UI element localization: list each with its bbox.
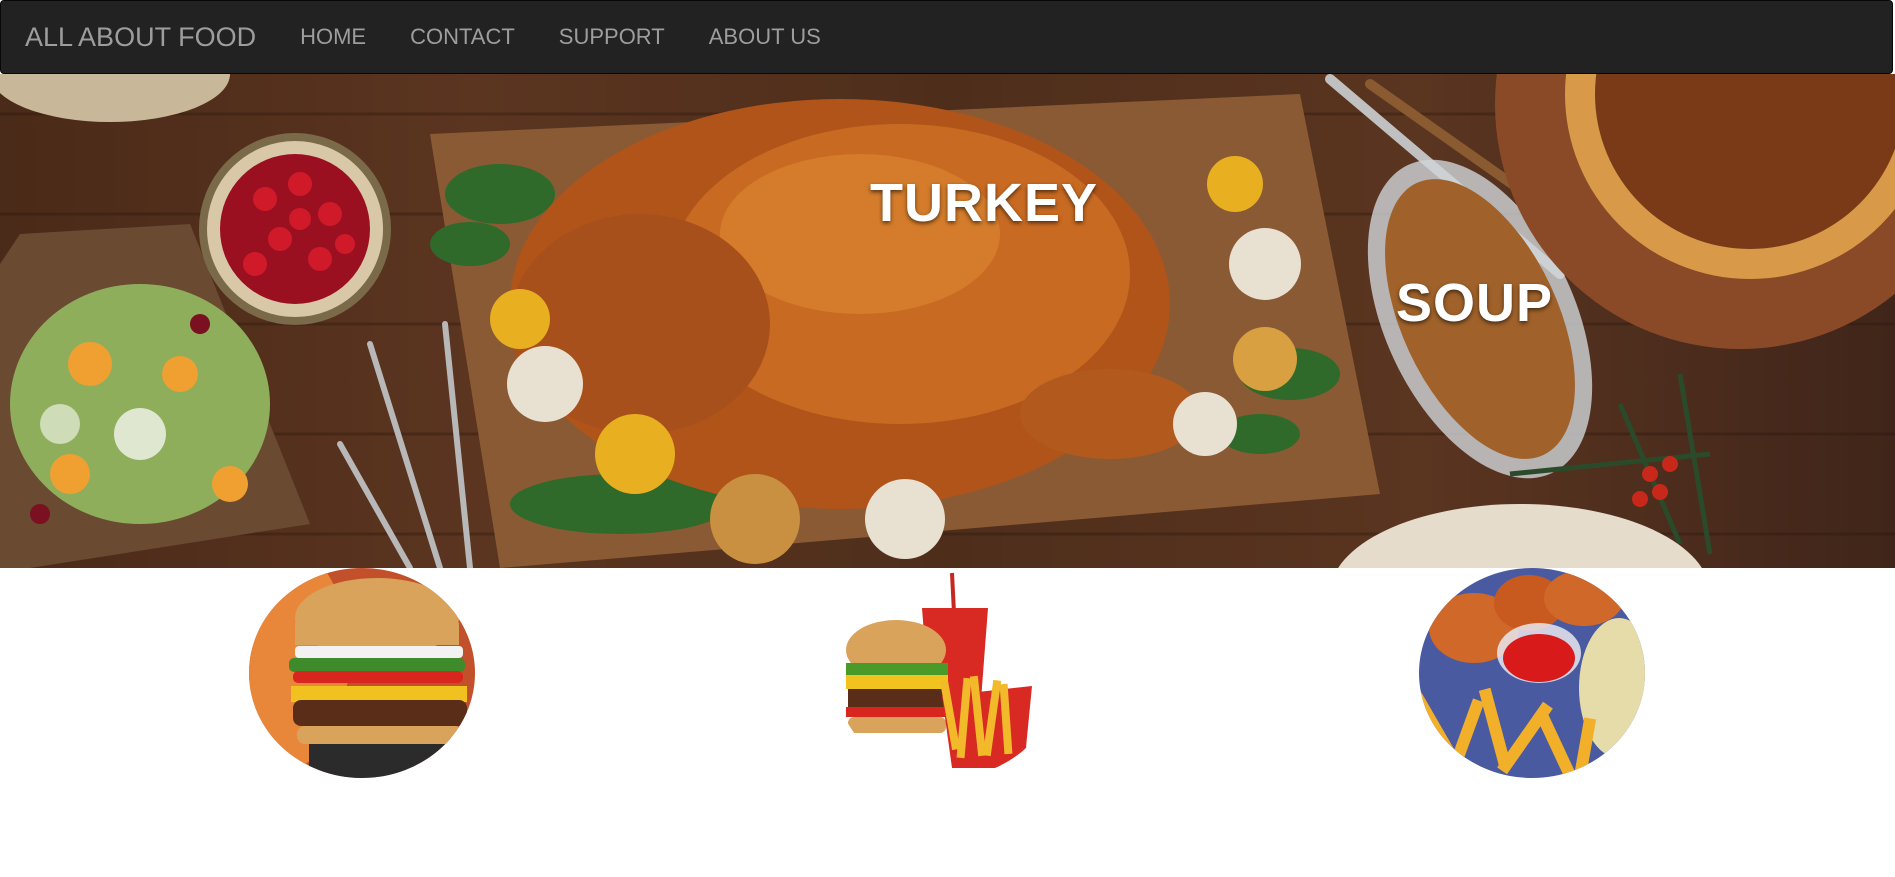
burger-image[interactable] bbox=[249, 568, 475, 778]
nav-about-us[interactable]: ABOUT US bbox=[709, 24, 821, 50]
burger-fries-drink-icon bbox=[834, 568, 1060, 778]
hero-caption-soup: SOUP bbox=[1396, 273, 1554, 333]
hero-banner: TURKEY SOUP bbox=[0, 74, 1895, 568]
burger-icon bbox=[249, 568, 475, 778]
top-navbar: ALL ABOUT FOOD HOME CONTACT SUPPORT ABOU… bbox=[0, 0, 1893, 74]
wings-fries-image[interactable] bbox=[1419, 568, 1645, 778]
nav-support[interactable]: SUPPORT bbox=[559, 24, 665, 50]
brand-link[interactable]: ALL ABOUT FOOD bbox=[25, 22, 256, 53]
wings-fries-icon bbox=[1419, 568, 1645, 778]
hero-caption-turkey: TURKEY bbox=[870, 173, 1099, 233]
nav-contact[interactable]: CONTACT bbox=[410, 24, 515, 50]
nav-home[interactable]: HOME bbox=[300, 24, 366, 50]
combo-meal-image[interactable] bbox=[834, 568, 1060, 778]
hero-food-illustration bbox=[0, 74, 1895, 568]
